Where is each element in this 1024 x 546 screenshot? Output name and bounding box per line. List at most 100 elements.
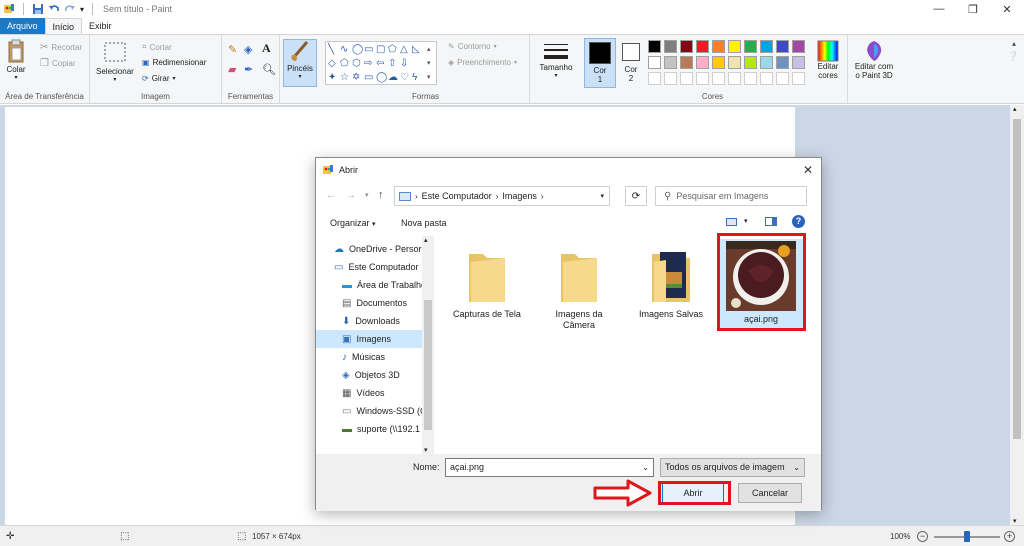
folder-item-saved-pictures[interactable]: Imagens Salvas [630,244,712,320]
color-swatch[interactable] [744,40,757,53]
cut-button[interactable]: ✂ Recortar [40,42,82,53]
magnifier-icon[interactable]: 🔍︎ [262,63,276,76]
help-icon[interactable]: ❔ [1008,51,1019,62]
view-options-icon[interactable] [726,218,737,226]
color-swatch[interactable] [664,56,677,69]
size-button[interactable]: Tamanho ▾ [536,41,576,79]
scrollbar-thumb[interactable] [424,300,432,430]
dialog-close-icon[interactable]: ✕ [803,163,813,177]
nav-item[interactable]: ▬ suporte (\\192.1 [316,420,422,438]
crop-button[interactable]: ⌗ Cortar [142,42,172,52]
paste-button[interactable]: Colar ▾ [6,39,26,81]
nav-scrollbar[interactable]: ▴ ▾ [422,236,434,454]
empty-color-swatch[interactable] [760,72,773,85]
tab-view[interactable]: Exibir [82,18,119,34]
organize-button[interactable]: Organizar ▾ [330,218,376,228]
color-swatch[interactable] [680,40,693,53]
empty-color-swatch[interactable] [792,72,805,85]
breadcrumb-pictures[interactable]: Imagens [502,191,537,201]
color-swatch[interactable] [696,56,709,69]
filename-input[interactable]: açai.png ⌄ [445,458,654,477]
color-swatch[interactable] [760,40,773,53]
color-swatch[interactable] [648,56,661,69]
color-swatch[interactable] [712,40,725,53]
nav-item[interactable]: ▣ Imagens [316,330,422,348]
empty-color-swatch[interactable] [728,72,741,85]
nav-item[interactable]: ▭ Windows-SSD (C [316,402,422,420]
undo-icon[interactable] [48,3,60,15]
pencil-icon[interactable]: ✎ [228,43,237,56]
maximize-button[interactable]: ❐ [956,0,990,18]
scrollbar-thumb[interactable] [1013,119,1021,439]
scroll-up-icon[interactable]: ▴ [1013,105,1017,113]
forward-icon[interactable]: → [346,190,356,201]
new-folder-button[interactable]: Nova pasta [401,218,447,228]
help-icon[interactable]: ? [792,215,805,228]
text-icon[interactable]: A [262,41,271,56]
tab-home[interactable]: Início [44,18,83,34]
address-dropdown-icon[interactable]: ▾ [600,192,604,200]
nav-item[interactable]: ▦ Vídeos [316,384,422,402]
rotate-button[interactable]: ⟳ Girar ▾ [142,74,176,83]
nav-item[interactable]: ▭ Este Computador [316,258,422,276]
nav-item[interactable]: ⬇ Downloads [316,312,422,330]
copy-button[interactable]: ❐ Copiar [40,58,76,69]
color-swatch[interactable] [664,40,677,53]
refresh-button[interactable]: ⟳ [625,186,647,206]
file-type-select[interactable]: Todos os arquivos de imagem ⌄ [660,458,805,477]
chevron-down-icon[interactable]: ⌄ [642,459,649,476]
select-button[interactable]: Selecionar ▾ [96,41,134,83]
address-bar[interactable]: › Este Computador › Imagens › ▾ [394,186,610,206]
brushes-button[interactable]: Pincéis ▾ [283,39,317,87]
breadcrumb-computer[interactable]: Este Computador [422,191,492,201]
nav-item[interactable]: ☁ OneDrive - Persor [316,240,422,258]
folder-item-screenshots[interactable]: Capturas de Tela [446,244,528,320]
nav-item[interactable]: ▤ Documentos [316,294,422,312]
resize-button[interactable]: ▣ Redimensionar [142,58,206,67]
color-swatch[interactable] [760,56,773,69]
recent-locations-icon[interactable]: ▾ [365,191,369,199]
color-swatch[interactable] [712,56,725,69]
customize-toolbar-icon[interactable]: ▾ [80,5,84,14]
color-swatch[interactable] [792,56,805,69]
edit-paint3d-button[interactable]: Editar com o Paint 3D [850,40,898,80]
color-swatch[interactable] [728,40,741,53]
nav-item[interactable]: ▬ Área de Trabalho [316,276,422,294]
chevron-down-icon[interactable]: ▾ [744,217,748,225]
color-swatch[interactable] [792,40,805,53]
color-swatch[interactable] [776,40,789,53]
empty-color-swatch[interactable] [776,72,789,85]
cancel-button[interactable]: Cancelar [738,483,802,503]
scroll-up-icon[interactable]: ▴ [424,236,428,244]
color-swatch[interactable] [776,56,789,69]
up-folder-icon[interactable]: ↑ [378,189,384,201]
zoom-in-icon[interactable]: + [1004,530,1015,542]
zoom-out-icon[interactable]: − [917,530,928,542]
color-swatch[interactable] [744,56,757,69]
empty-color-swatch[interactable] [744,72,757,85]
scroll-down-icon[interactable]: ▾ [424,446,428,454]
empty-color-swatch[interactable] [664,72,677,85]
eraser-icon[interactable]: ▰ [228,63,236,76]
scroll-down-icon[interactable]: ▾ [1013,517,1017,525]
preview-pane-icon[interactable] [765,217,777,226]
minimize-button[interactable]: — [922,0,956,18]
empty-color-swatch[interactable] [680,72,693,85]
zoom-slider-thumb[interactable] [964,531,970,542]
save-icon[interactable] [32,3,44,15]
redo-icon[interactable] [64,3,76,15]
empty-color-swatch[interactable] [712,72,725,85]
search-box[interactable]: ⚲ Pesquisar em Imagens [655,186,807,206]
fill-bucket-icon[interactable]: ◈ [244,43,252,56]
tab-file[interactable]: Arquivo [0,18,45,34]
folder-item-camera-roll[interactable]: Imagens da Câmera [538,244,620,331]
color-swatch[interactable] [680,56,693,69]
color-swatch[interactable] [648,40,661,53]
back-icon[interactable]: ← [326,190,336,201]
nav-item[interactable]: ♪ Músicas [316,348,422,366]
zoom-slider[interactable] [934,531,1000,542]
close-button[interactable]: ✕ [990,0,1024,18]
color-picker-icon[interactable]: ✒ [244,63,253,76]
empty-color-swatch[interactable] [696,72,709,85]
vertical-scrollbar[interactable]: ▴ ▾ [1010,105,1024,525]
